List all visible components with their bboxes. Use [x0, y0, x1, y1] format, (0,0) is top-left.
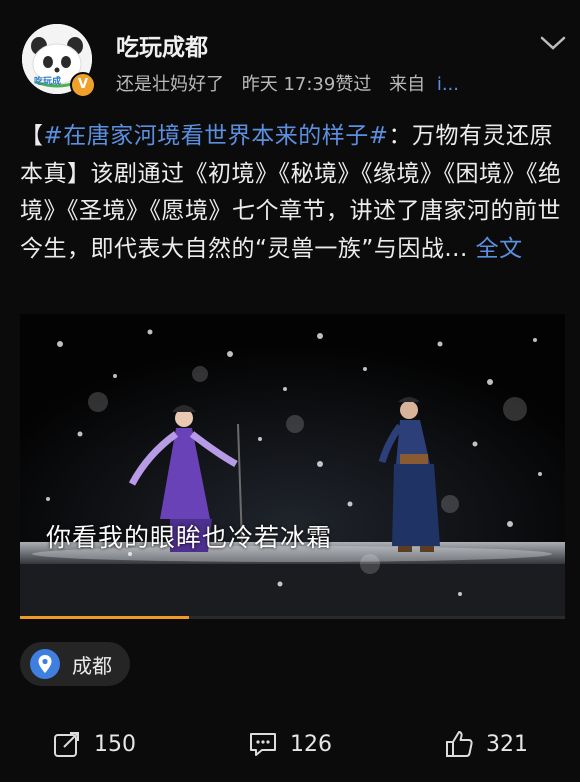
topic-link[interactable]: #在唐家河境看世界本来的样子# — [44, 123, 389, 149]
share-icon — [54, 732, 79, 757]
share-count: 150 — [94, 731, 136, 757]
post-header: 吃玩成 V 吃玩成都 还是壮妈好了 昨天 17:39赞过 来自 i... — [0, 0, 580, 108]
full-text-link[interactable]: 全文 — [476, 236, 523, 262]
open-bracket: 【 — [20, 123, 44, 149]
location-label: 成都 — [72, 653, 112, 678]
chevron-down-icon[interactable] — [538, 30, 568, 56]
comment-button[interactable]: 126 — [248, 728, 332, 760]
post-time: 昨天 17:39赞过 — [241, 74, 372, 95]
share-button[interactable]: 150 — [52, 728, 136, 760]
location-tag[interactable]: 成都 — [20, 642, 130, 686]
source-prefix: 来自 — [389, 74, 426, 95]
action-bar: 150 126 321 — [0, 718, 580, 770]
verified-badge-icon: V — [70, 72, 96, 98]
liker-account[interactable]: 还是壮妈好了 — [116, 74, 224, 95]
comment-count: 126 — [290, 731, 332, 757]
video-progress-fill — [20, 616, 189, 619]
avatar-caption: 吃玩成 — [34, 77, 62, 87]
stage-scene-image — [20, 314, 565, 619]
comment-icon — [250, 733, 276, 756]
video-progress-bar[interactable] — [20, 616, 565, 619]
post-body: 【#在唐家河境看世界本来的样子#：万物有灵还原本真】该剧通过《初境》《秘境》《缘… — [20, 118, 565, 268]
location-pin-icon — [30, 649, 60, 679]
video-subtitle: 你看我的眼眸也冷若冰霜 — [46, 523, 333, 552]
thumbs-up-icon — [446, 731, 473, 757]
source-name[interactable]: i... — [437, 74, 459, 95]
username[interactable]: 吃玩成都 — [116, 28, 208, 62]
post-meta: 还是壮妈好了 昨天 17:39赞过 来自 i... — [116, 70, 471, 96]
video-player[interactable]: 你看我的眼眸也冷若冰霜 — [20, 314, 565, 619]
like-button[interactable]: 321 — [444, 728, 528, 760]
like-count: 321 — [486, 731, 528, 757]
